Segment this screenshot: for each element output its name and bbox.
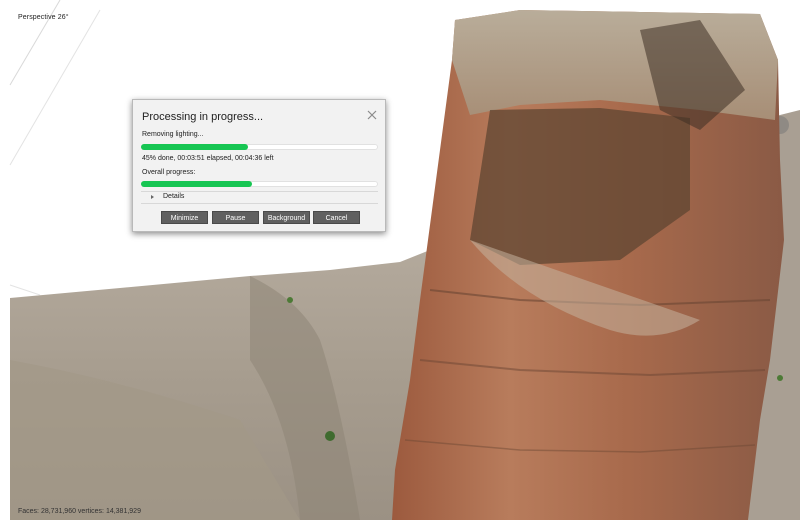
- minimize-button[interactable]: Minimize: [161, 211, 208, 224]
- model-render: [9, 0, 800, 520]
- cancel-button[interactable]: Cancel: [313, 211, 360, 224]
- details-label: Details: [163, 193, 185, 200]
- triangle-right-icon: [151, 195, 154, 199]
- current-step-label: Removing lighting...: [142, 131, 204, 138]
- close-icon: [367, 110, 377, 120]
- processing-dialog: Processing in progress... Removing light…: [132, 99, 386, 232]
- overall-progress-label: Overall progress:: [142, 169, 196, 176]
- progress-status-text: 45% done, 00:03:51 elapsed, 00:04:36 lef…: [142, 155, 274, 162]
- step-progress-bar: [141, 144, 378, 150]
- overall-progress-bar: [141, 181, 378, 187]
- 3d-viewport[interactable]: Perspective 26° Faces: 28,731,960 vertic…: [0, 0, 800, 520]
- projection-label: Perspective 26°: [18, 14, 69, 21]
- overall-progress-fill: [141, 181, 253, 187]
- pause-button[interactable]: Pause: [212, 211, 259, 224]
- dialog-title: Processing in progress...: [142, 111, 264, 123]
- step-progress-fill: [141, 144, 248, 150]
- model-stats-text: Faces: 28,731,960 vertices: 14,381,929: [18, 508, 141, 515]
- details-toggle[interactable]: Details: [141, 191, 378, 204]
- close-button[interactable]: [365, 108, 379, 122]
- background-button[interactable]: Background: [263, 211, 310, 224]
